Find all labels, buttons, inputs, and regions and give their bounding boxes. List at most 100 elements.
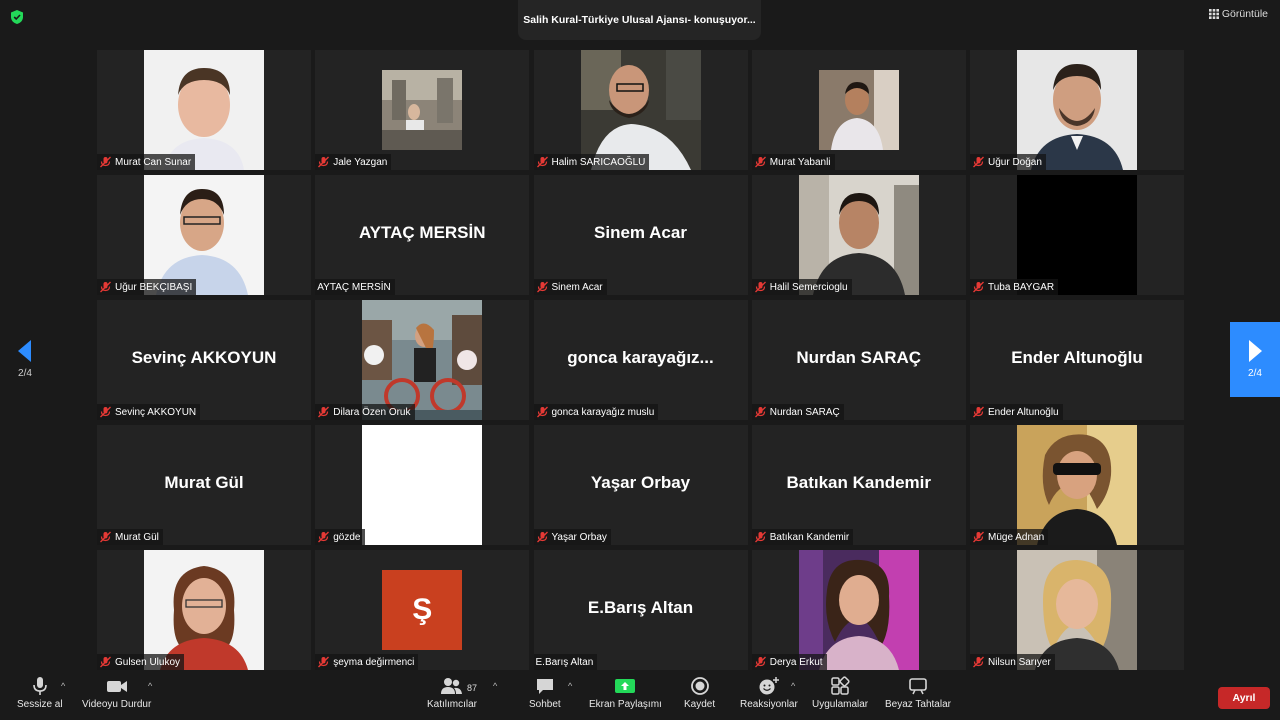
participant-display-name: AYTAÇ MERSİN: [358, 223, 486, 242]
reactions-button[interactable]: Reaksiyonlar: [740, 676, 798, 710]
participant-name-label: gonca karayağız muslu: [533, 404, 659, 420]
participant-name-label: Derya Erkut: [751, 654, 827, 670]
apps-icon: [831, 676, 850, 695]
participant-name: Halim SARICAOĞLU: [551, 156, 646, 168]
mute-button-label: Sessize al: [17, 699, 63, 710]
participant-name-label: Gulsen Ulukoy: [97, 654, 185, 670]
participant-name-label: Tuba BAYGAR: [970, 279, 1059, 295]
participant-tile[interactable]: gözde: [315, 425, 530, 545]
participant-tile[interactable]: Gulsen Ulukoy: [97, 550, 311, 670]
participant-tile[interactable]: Jale Yazgan: [315, 50, 530, 170]
participant-display-name: gonca karayağız...: [567, 348, 714, 367]
participant-video: [144, 175, 264, 295]
chat-options-caret[interactable]: ^: [568, 681, 572, 691]
participant-name-label: Halil Semercioglu: [751, 279, 852, 295]
participant-tile[interactable]: Halim SARICAOĞLU: [533, 50, 748, 170]
participant-tile[interactable]: Sevinç AKKOYUN Sevinç AKKOYUN: [97, 300, 311, 420]
participant-name: Derya Erkut: [769, 656, 823, 668]
participant-tile[interactable]: Dilara Özen Oruk: [315, 300, 530, 420]
share-screen-button[interactable]: Ekran Paylaşımı: [589, 676, 662, 710]
leave-meeting-button[interactable]: Ayrıl: [1218, 687, 1270, 709]
participant-tile[interactable]: Uğur BEKÇIBAŞI: [97, 175, 311, 295]
participant-video: [1017, 50, 1137, 170]
stop-video-button[interactable]: Videoyu Durdur: [82, 676, 151, 710]
muted-mic-icon: [536, 156, 548, 168]
participant-name: gözde: [333, 531, 361, 543]
participant-tile[interactable]: Tuba BAYGAR: [970, 175, 1184, 295]
participant-tile[interactable]: Yaşar Orbay Yaşar Orbay: [533, 425, 748, 545]
participant-tile[interactable]: gonca karayağız... gonca karayağız muslu: [533, 300, 748, 420]
audio-options-caret[interactable]: ^: [61, 681, 65, 691]
participant-tile[interactable]: Sinem Acar Sinem Acar: [533, 175, 748, 295]
participants-button-label: Katılımcılar: [427, 699, 478, 710]
participant-display-name: Ender Altunoğlu: [1011, 348, 1143, 367]
participant-video: [362, 300, 483, 420]
participant-name: Uğur BEKÇIBAŞI: [115, 281, 193, 293]
share-screen-button-label: Ekran Paylaşımı: [589, 699, 662, 710]
participant-tile[interactable]: E.Barış Altan E.Barış Altan: [533, 550, 748, 670]
participant-name: Jale Yazgan: [333, 156, 388, 168]
muted-mic-icon: [318, 156, 330, 168]
participant-name-label: Müge Adnan: [970, 529, 1049, 545]
apps-button[interactable]: Uygulamalar: [812, 676, 868, 710]
security-shield-icon[interactable]: [9, 9, 25, 25]
participant-name: Nilsun Sarıyer: [988, 656, 1051, 668]
muted-mic-icon: [100, 656, 111, 668]
participant-display-name: Sinem Acar: [594, 223, 687, 242]
participant-tile[interactable]: Nurdan SARAÇ Nurdan SARAÇ: [751, 300, 966, 420]
participant-name-label: Batıkan Kandemir: [751, 529, 854, 545]
participant-name-label: Murat Gül: [97, 529, 163, 545]
previous-page-button[interactable]: 2/4: [0, 322, 50, 397]
participant-tile[interactable]: Batıkan Kandemir Batıkan Kandemir: [751, 425, 966, 545]
apps-button-label: Uygulamalar: [812, 699, 869, 710]
muted-mic-icon: [536, 531, 548, 543]
participant-tile[interactable]: Nilsun Sarıyer: [970, 550, 1184, 670]
next-page-button[interactable]: 2/4: [1230, 322, 1280, 397]
whiteboards-button[interactable]: Beyaz Tahtalar: [885, 676, 951, 710]
page-indicator-left: 2/4: [18, 368, 32, 379]
video-options-caret[interactable]: ^: [148, 681, 152, 691]
view-button[interactable]: Görüntüle: [1208, 8, 1268, 20]
stop-video-button-label: Videoyu Durdur: [82, 699, 152, 710]
participant-display-name: Yaşar Orbay: [590, 473, 691, 492]
participant-name: Gulsen Ulukoy: [115, 656, 181, 668]
participant-video: [1017, 425, 1137, 545]
participant-name-label: Yaşar Orbay: [533, 529, 611, 545]
mute-button[interactable]: Sessize al: [17, 676, 63, 710]
participant-tile[interactable]: Uğur Doğan: [970, 50, 1184, 170]
participant-video: [382, 70, 463, 150]
record-button[interactable]: Kaydet: [684, 676, 715, 710]
participant-display-name: Murat Gül: [164, 473, 244, 492]
participant-name-label: Sinem Acar: [533, 279, 607, 295]
participant-tile[interactable]: AYTAÇ MERSİN AYTAÇ MERSİN: [315, 175, 530, 295]
participant-tile[interactable]: Derya Erkut: [751, 550, 966, 670]
participant-name: Murat Can Sunar: [115, 156, 192, 168]
participant-video: [144, 50, 264, 170]
participant-tile[interactable]: Ş şeyma değirmenci: [315, 550, 530, 670]
participant-tile[interactable]: Halil Semercioglu: [751, 175, 966, 295]
muted-mic-icon: [973, 531, 984, 543]
participants-button[interactable]: Katılımcılar: [427, 676, 477, 710]
participant-name: Murat Yabanli: [769, 156, 831, 168]
participant-name-label: Ender Altunoğlu: [970, 404, 1063, 420]
reactions-options-caret[interactable]: ^: [791, 681, 795, 691]
participant-tile[interactable]: Müge Adnan: [970, 425, 1184, 545]
participant-name: Sevinç AKKOYUN: [115, 406, 197, 418]
chat-button-label: Sohbet: [529, 699, 561, 710]
muted-mic-icon: [100, 281, 111, 293]
muted-mic-icon: [536, 406, 548, 418]
participant-tile[interactable]: Murat Gül Murat Gül: [97, 425, 311, 545]
page-indicator-right: 2/4: [1248, 368, 1262, 379]
participant-name: Müge Adnan: [988, 531, 1045, 543]
participant-name: Murat Gül: [115, 531, 159, 543]
participant-display-name: Sevinç AKKOYUN: [131, 348, 277, 367]
chat-button[interactable]: Sohbet: [529, 676, 561, 710]
participants-options-caret[interactable]: ^: [493, 681, 497, 691]
meeting-window: Salih Kural-Türkiye Ulusal Ajansı- konuş…: [0, 0, 1280, 720]
participant-tile[interactable]: Murat Yabanli: [751, 50, 966, 170]
participant-name-label: Uğur Doğan: [970, 154, 1046, 170]
participant-video: [1017, 550, 1137, 670]
participant-name-label: Murat Yabanli: [751, 154, 835, 170]
participant-tile[interactable]: Ender Altunoğlu Ender Altunoğlu: [970, 300, 1184, 420]
participant-tile[interactable]: Murat Can Sunar: [97, 50, 311, 170]
